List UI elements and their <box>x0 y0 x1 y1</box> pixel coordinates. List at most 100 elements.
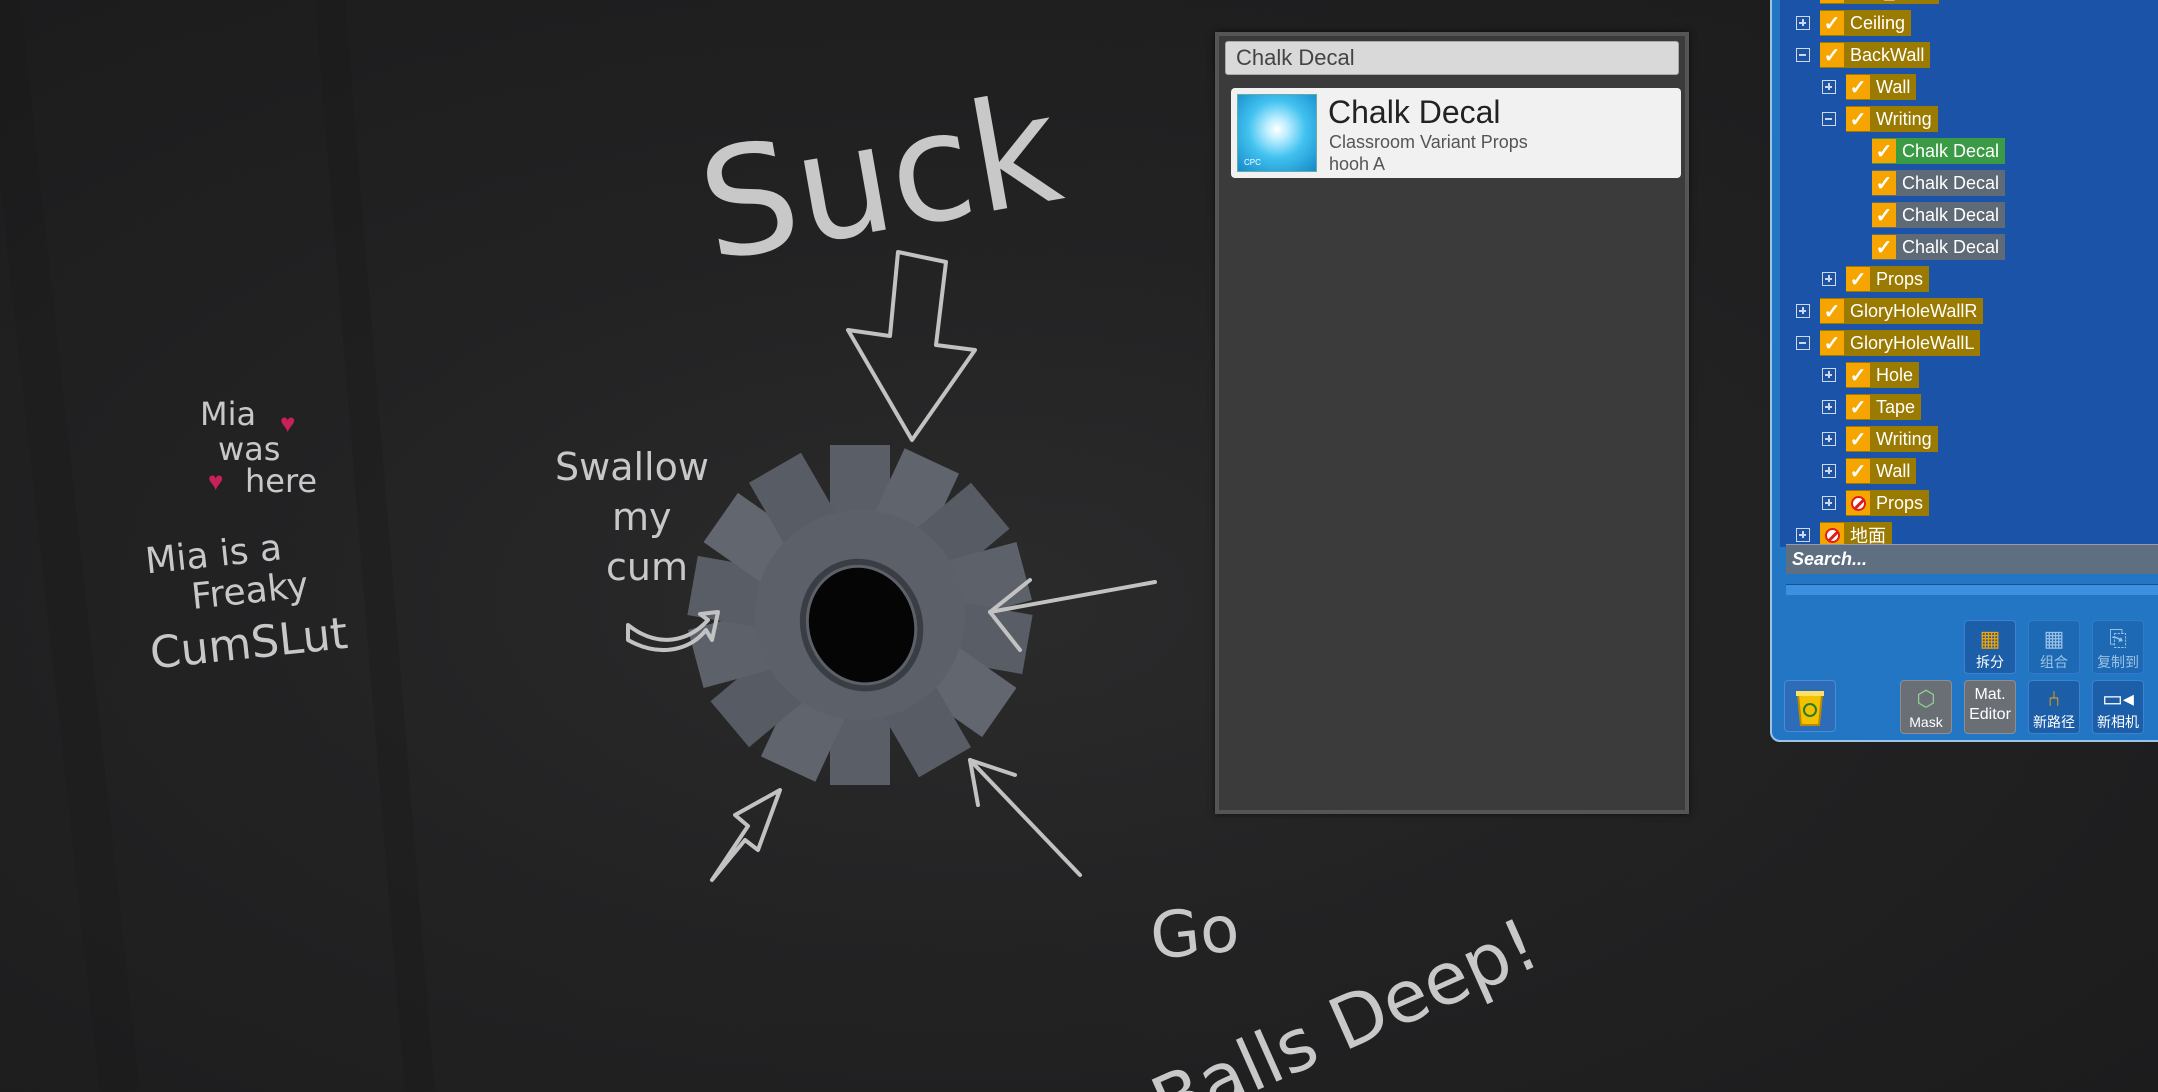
recycle-bin-icon <box>1796 691 1824 726</box>
expand-icon[interactable] <box>1822 272 1836 286</box>
item-search-field[interactable]: Chalk Decal <box>1225 41 1679 75</box>
new-path-label: 新路径 <box>2033 714 2075 730</box>
tree-item[interactable]: Props <box>1822 488 1930 518</box>
tree-node[interactable]: ✓ GloryHoleWallL <box>1820 330 1981 356</box>
visible-check-icon[interactable]: ✓ <box>1820 331 1844 355</box>
tree-item[interactable]: ✓ Writing <box>1822 424 1938 454</box>
tree-node[interactable]: Props <box>1846 490 1930 516</box>
collapse-icon[interactable] <box>1796 336 1810 350</box>
combine-button[interactable]: ▦ 组合 <box>2028 620 2080 674</box>
tree-item[interactable]: Wall_Door <box>1796 0 1940 6</box>
tree-item[interactable]: ✓ Hole <box>1822 360 1920 390</box>
tree-node[interactable]: ✓ Chalk Decal <box>1872 234 2006 260</box>
tree-node-label: BackWall <box>1850 44 1925 65</box>
tree-item[interactable]: ✓ GloryHoleWallL <box>1796 328 1981 358</box>
tree-node-label: Wall <box>1876 460 1911 481</box>
tree-item[interactable]: ✓ Wall <box>1822 456 1917 486</box>
tree-node[interactable]: ✓ Ceiling <box>1820 10 1912 36</box>
tree-node[interactable]: ✓ Tape <box>1846 394 1922 420</box>
visible-check-icon[interactable]: ✓ <box>1846 267 1870 291</box>
tree-node[interactable]: ✓ GloryHoleWallR <box>1820 298 1984 324</box>
expand-icon[interactable] <box>1822 432 1836 446</box>
tree-item[interactable]: ✓ Ceiling <box>1796 8 1912 38</box>
expand-icon[interactable] <box>1822 400 1836 414</box>
tree-item[interactable]: ✓ GloryHoleWallR <box>1796 296 1984 326</box>
new-path-button[interactable]: ⑃ 新路径 <box>2028 680 2080 734</box>
visible-check-icon[interactable]: ✓ <box>1846 363 1870 387</box>
copy-to-icon: ⎘ <box>2109 626 2127 651</box>
hidden-icon[interactable] <box>1846 491 1870 515</box>
split-button[interactable]: ▦ 拆分 <box>1964 620 2016 674</box>
visible-check-icon[interactable]: ✓ <box>1820 43 1844 67</box>
recycle-bin-button[interactable] <box>1784 680 1836 732</box>
expand-icon[interactable] <box>1796 528 1810 542</box>
expand-icon[interactable] <box>1822 464 1836 478</box>
tree-item[interactable]: ✓ Chalk Decal <box>1872 200 2006 230</box>
chalk-my: my <box>612 495 672 539</box>
visible-check-icon[interactable]: ✓ <box>1872 171 1896 195</box>
mat-editor-button[interactable]: Mat. Editor <box>1964 680 2016 734</box>
tree-node[interactable]: ✓ Props <box>1846 266 1930 292</box>
expand-icon[interactable] <box>1796 304 1810 318</box>
copy-to-label: 复制到 <box>2097 654 2139 670</box>
visible-check-icon[interactable]: ✓ <box>1846 427 1870 451</box>
collapse-icon[interactable] <box>1796 48 1810 62</box>
glory-hole <box>687 445 1033 785</box>
tree-item[interactable]: 地面 <box>1796 520 1892 547</box>
chalk-go: Go <box>1147 892 1243 975</box>
tree-node[interactable]: ✓ BackWall <box>1820 42 1931 68</box>
tree-node[interactable]: ✓ Wall <box>1846 74 1917 100</box>
item-thumbnail: CPC <box>1237 94 1317 172</box>
visible-check-icon[interactable]: ✓ <box>1872 139 1896 163</box>
chalk-down-arrow <box>846 250 977 442</box>
tree-node[interactable]: ✓ Writing <box>1846 426 1938 452</box>
expand-icon[interactable] <box>1822 80 1836 94</box>
tree-item[interactable]: ✓ Wall <box>1822 72 1917 102</box>
item-card[interactable]: CPC Chalk Decal Classroom Variant Props … <box>1231 88 1681 178</box>
expand-icon[interactable] <box>1822 368 1836 382</box>
tree-node-label: Chalk Decal <box>1902 204 2000 225</box>
tree-item[interactable]: ✓ Writing <box>1822 104 1938 134</box>
new-camera-button[interactable]: ▭◂ 新相机 <box>2092 680 2144 734</box>
expand-icon[interactable] <box>1822 496 1836 510</box>
tree-item[interactable]: ✓ Tape <box>1822 392 1922 422</box>
visible-check-icon[interactable]: ✓ <box>1846 107 1870 131</box>
mat-editor-label-1: Mat. <box>1974 686 2006 703</box>
tree-node[interactable]: ✓ Wall <box>1846 458 1917 484</box>
mask-button[interactable]: ⬡ Mask <box>1900 680 1952 734</box>
tree-item[interactable]: ✓ Chalk Decal <box>1872 168 2006 198</box>
tree-node[interactable]: ✓ Writing <box>1846 106 1938 132</box>
split-label: 拆分 <box>1976 654 2004 670</box>
tree-node[interactable]: ✓ Chalk Decal <box>1872 138 2006 164</box>
visible-check-icon[interactable]: ✓ <box>1872 203 1896 227</box>
visible-check-icon[interactable]: ✓ <box>1820 11 1844 35</box>
split-icon: ▦ <box>1979 626 2001 651</box>
visible-check-icon[interactable]: ✓ <box>1846 459 1870 483</box>
item-category: Classroom Variant Props <box>1329 132 1528 152</box>
hidden-icon[interactable] <box>1820 0 1844 3</box>
tree-node-label: Wall <box>1876 76 1911 97</box>
tree-search-input[interactable]: Search... <box>1786 544 2158 574</box>
tree-node[interactable]: ✓ Chalk Decal <box>1872 170 2006 196</box>
visible-check-icon[interactable]: ✓ <box>1820 299 1844 323</box>
svg-text:Mia is a Freaky Cu: Mia is a Freaky CumSLut <box>138 522 350 680</box>
tree-item[interactable]: ✓ Props <box>1822 264 1930 294</box>
tree-item[interactable]: ✓ BackWall <box>1796 40 1931 70</box>
tree-node[interactable]: ✓ Hole <box>1846 362 1920 388</box>
tree-node-label: Chalk Decal <box>1902 140 2000 161</box>
tree-item[interactable]: ✓ Chalk Decal <box>1872 136 2006 166</box>
collapse-icon[interactable] <box>1822 112 1836 126</box>
combine-icon: ▦ <box>2043 626 2065 651</box>
tree-node-label: Tape <box>1876 396 1916 417</box>
item-author: hooh A <box>1329 154 1386 174</box>
tree-node[interactable]: ✓ Chalk Decal <box>1872 202 2006 228</box>
tree-node[interactable]: Wall_Door <box>1820 0 1940 4</box>
tree-node-label: GloryHoleWallR <box>1850 300 1978 321</box>
visible-check-icon[interactable]: ✓ <box>1846 395 1870 419</box>
visible-check-icon[interactable]: ✓ <box>1872 235 1896 259</box>
visible-check-icon[interactable]: ✓ <box>1846 75 1870 99</box>
expand-icon[interactable] <box>1796 16 1810 30</box>
tree-item[interactable]: ✓ Chalk Decal <box>1872 232 2006 262</box>
copy-to-button[interactable]: ⎘ 复制到 <box>2092 620 2144 674</box>
item-browser-panel: Chalk Decal CPC Chalk Decal Classroom Va… <box>1215 32 1689 814</box>
